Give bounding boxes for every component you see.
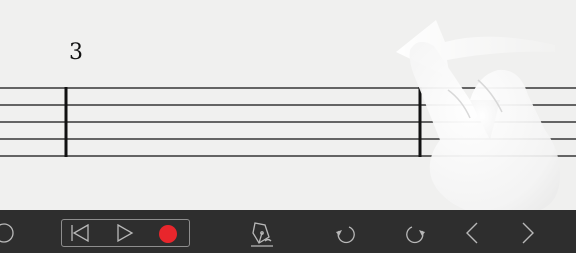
pen-icon[interactable] [247, 219, 277, 249]
swipe-left-hand-icon [396, 20, 560, 210]
chevron-right-icon[interactable] [520, 221, 536, 245]
play-icon[interactable] [116, 224, 134, 242]
undo-icon[interactable] [333, 222, 357, 246]
chevron-left-icon[interactable] [464, 221, 480, 245]
skip-back-icon[interactable] [70, 224, 90, 242]
score-area[interactable]: 3 [0, 0, 576, 210]
record-dot-icon[interactable] [157, 223, 179, 245]
circle-icon[interactable] [0, 221, 16, 245]
bottom-toolbar [0, 210, 576, 253]
hand-shape [409, 41, 560, 210]
redo-icon[interactable] [404, 222, 428, 246]
